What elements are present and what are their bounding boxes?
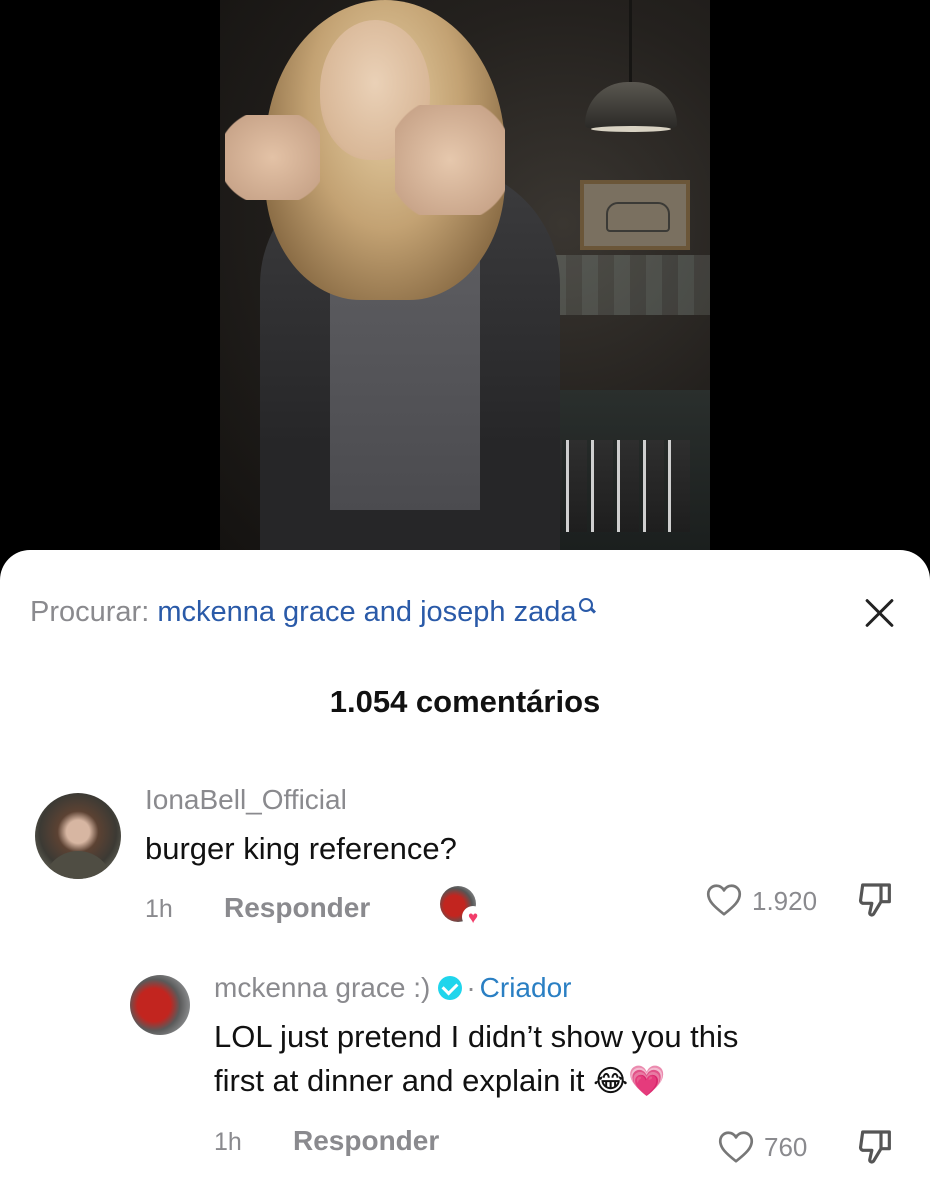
reply-text-line1: LOL just pretend I didn’t show you this bbox=[214, 1019, 739, 1054]
reply-button[interactable]: Responder bbox=[224, 892, 370, 924]
thumbs-down-icon[interactable] bbox=[856, 1127, 896, 1167]
video-player[interactable] bbox=[0, 0, 930, 560]
reply-emoji: 😂💗 bbox=[593, 1064, 666, 1099]
creator-badge: Criador bbox=[479, 972, 572, 1003]
reply-username[interactable]: mckenna grace :) bbox=[214, 972, 430, 1003]
reply-time: 1h bbox=[214, 1128, 242, 1156]
thumbs-down-icon[interactable] bbox=[856, 880, 896, 920]
reply-text-line2-text: first at dinner and explain it bbox=[214, 1063, 585, 1098]
reply-username-row: mckenna grace :) · Criador bbox=[214, 972, 571, 1004]
creator-liked-heart-icon: ♥ bbox=[462, 906, 484, 928]
reply-text-line2: first at dinner and explain it 😂💗 bbox=[214, 1059, 666, 1104]
comments-sheet: Procurar: mckenna grace and joseph zada … bbox=[0, 550, 930, 1200]
verified-icon bbox=[438, 976, 463, 1000]
search-suggestion[interactable]: Procurar: mckenna grace and joseph zada bbox=[30, 596, 593, 628]
heart-outline-icon[interactable] bbox=[706, 883, 742, 917]
heart-outline-icon[interactable] bbox=[718, 1130, 754, 1164]
avatar[interactable] bbox=[130, 975, 190, 1035]
search-icon[interactable] bbox=[577, 592, 593, 618]
search-prefix: Procurar: bbox=[30, 596, 150, 628]
person-left-hand bbox=[225, 115, 320, 200]
reply-button[interactable]: Responder bbox=[293, 1125, 439, 1157]
comment-time: 1h bbox=[145, 895, 173, 923]
search-suggestion-row[interactable]: Procurar: mckenna grace and joseph zada bbox=[30, 592, 900, 632]
pendant-lamp bbox=[585, 82, 677, 132]
comment-text: burger king reference? bbox=[145, 831, 457, 866]
lamp-cord bbox=[629, 0, 632, 90]
wall-picture bbox=[580, 180, 690, 250]
separator: · bbox=[466, 972, 476, 1003]
search-query-link[interactable]: mckenna grace and joseph zada bbox=[157, 596, 576, 628]
close-icon[interactable] bbox=[860, 592, 900, 632]
binders bbox=[540, 440, 691, 532]
comment-username[interactable]: IonaBell_Official bbox=[145, 784, 347, 816]
like-count: 760 bbox=[764, 1132, 808, 1162]
video-frame[interactable] bbox=[220, 0, 710, 560]
avatar[interactable] bbox=[35, 793, 121, 879]
person-right-hand bbox=[395, 105, 505, 215]
like-count: 1.920 bbox=[752, 886, 818, 916]
wall-tiles bbox=[550, 255, 710, 315]
comments-count: 1.054 comentários bbox=[329, 684, 601, 719]
